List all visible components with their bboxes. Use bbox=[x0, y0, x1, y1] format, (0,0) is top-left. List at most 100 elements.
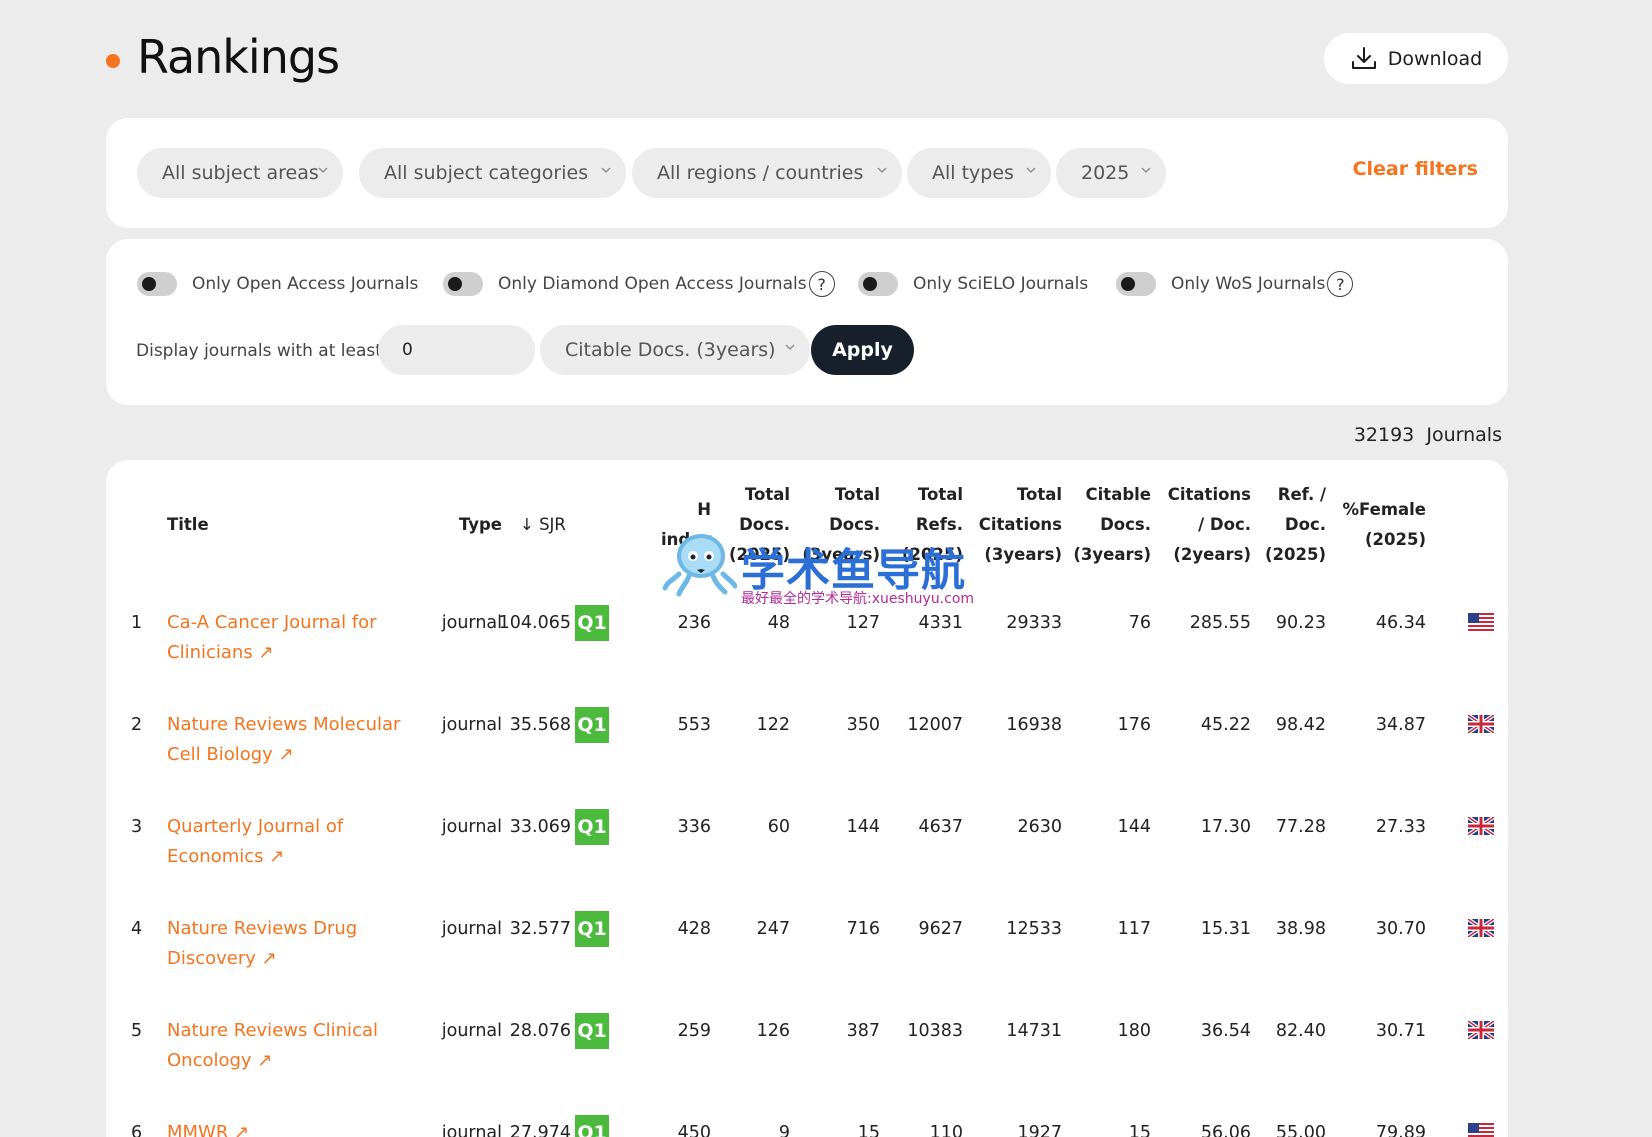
journal-title-link[interactable]: Nature Reviews Drug Discovery ↗ bbox=[167, 914, 407, 974]
cell-total-refs: 9627 bbox=[918, 919, 963, 939]
cell-sjr: 32.577 bbox=[509, 919, 571, 939]
toggle-diamond[interactable]: Only Diamond Open Access Journals ? bbox=[443, 269, 835, 299]
subject-areas-value: All subject areas bbox=[162, 162, 319, 184]
toggle-label: Only SciELO Journals bbox=[913, 274, 1089, 294]
download-button[interactable]: Download bbox=[1324, 33, 1508, 84]
toggle-switch[interactable] bbox=[443, 272, 483, 296]
header-line: Total bbox=[1016, 485, 1062, 504]
cell-h-index: 236 bbox=[677, 613, 711, 633]
toggle-switch[interactable] bbox=[1116, 272, 1156, 296]
header-line: Docs. bbox=[1100, 515, 1151, 534]
journal-title-link[interactable]: Ca-A Cancer Journal for Clinicians ↗ bbox=[167, 608, 407, 668]
toggle-label: Only Diamond Open Access Journals bbox=[498, 274, 807, 294]
threshold-metric-select[interactable]: Citable Docs. (3years) bbox=[540, 325, 810, 375]
cell-total-docs-2025: 247 bbox=[756, 919, 790, 939]
cell-citable-docs: 144 bbox=[1117, 817, 1151, 837]
toggle-switch[interactable] bbox=[137, 272, 177, 296]
help-icon[interactable]: ? bbox=[1327, 271, 1354, 297]
external-link-icon: ↗ bbox=[234, 1122, 250, 1137]
cell-citable-docs: 180 bbox=[1117, 1021, 1151, 1041]
toggle-wos[interactable]: Only WoS Journals ? bbox=[1116, 269, 1354, 299]
cell-total-refs: 4637 bbox=[918, 817, 963, 837]
column-header-citations-per-doc[interactable]: Citations / Doc. (2years) bbox=[1156, 480, 1251, 570]
chevron-down-icon bbox=[1026, 167, 1036, 173]
toggle-open-access[interactable]: Only Open Access Journals bbox=[137, 269, 418, 299]
column-header-female[interactable]: %Female (2025) bbox=[1331, 495, 1427, 555]
subject-categories-select[interactable]: All subject categories bbox=[359, 148, 626, 198]
chevron-down-icon bbox=[1141, 167, 1151, 173]
filters-card: All subject areas All subject categories… bbox=[106, 118, 1508, 228]
cell-total-docs-2025: 9 bbox=[778, 1123, 790, 1137]
column-header-ref-per-doc[interactable]: Ref. / Doc. (2025) bbox=[1256, 480, 1326, 570]
cell-citations-per-doc: 36.54 bbox=[1200, 1021, 1251, 1041]
title-dot bbox=[106, 54, 120, 68]
uk-flag-icon bbox=[1468, 817, 1494, 835]
uk-flag-icon bbox=[1468, 715, 1494, 733]
journal-count: 32193 Journals bbox=[1354, 424, 1502, 446]
external-link-icon: ↗ bbox=[261, 948, 277, 969]
column-header-title[interactable]: Title bbox=[167, 510, 209, 540]
chevron-down-icon bbox=[877, 167, 887, 173]
cell-citations-per-doc: 285.55 bbox=[1189, 613, 1251, 633]
types-select[interactable]: All types bbox=[907, 148, 1051, 198]
quartile-badge: Q1 bbox=[575, 707, 609, 743]
cell-female: 46.34 bbox=[1375, 613, 1426, 633]
threshold-input[interactable] bbox=[378, 325, 535, 375]
cell-citable-docs: 176 bbox=[1117, 715, 1151, 735]
subject-areas-select[interactable]: All subject areas bbox=[137, 148, 343, 198]
cell-sjr: 33.069 bbox=[509, 817, 571, 837]
external-link-icon: ↗ bbox=[278, 744, 294, 765]
year-select[interactable]: 2025 bbox=[1056, 148, 1166, 198]
sort-arrow-down-icon: ↓ bbox=[520, 515, 534, 534]
cell-h-index: 428 bbox=[677, 919, 711, 939]
header-line: (2025) bbox=[1364, 530, 1426, 549]
header-line: Doc. bbox=[1284, 515, 1326, 534]
cell-ref-per-doc: 55.00 bbox=[1275, 1123, 1326, 1137]
cell-rank: 5 bbox=[131, 1021, 143, 1041]
quartile-badge: Q1 bbox=[575, 1115, 609, 1137]
journal-title-link[interactable]: Quarterly Journal of Economics ↗ bbox=[167, 812, 407, 872]
cell-total-docs-2025: 126 bbox=[756, 1021, 790, 1041]
sjr-header-label: SJR bbox=[539, 515, 566, 534]
cell-h-index: 259 bbox=[677, 1021, 711, 1041]
cell-h-index: 336 bbox=[677, 817, 711, 837]
cell-total-docs-2025: 48 bbox=[767, 613, 790, 633]
journal-title-link[interactable]: MMWR ↗ bbox=[167, 1118, 407, 1137]
cell-sjr: 35.568 bbox=[509, 715, 571, 735]
uk-flag-icon bbox=[1468, 1021, 1494, 1039]
cell-total-refs: 110 bbox=[929, 1123, 963, 1137]
clear-filters-link[interactable]: Clear filters bbox=[1353, 158, 1478, 180]
cell-female: 30.71 bbox=[1375, 1021, 1426, 1041]
quartile-badge: Q1 bbox=[575, 809, 609, 845]
apply-button[interactable]: Apply bbox=[811, 325, 914, 375]
journal-title-link[interactable]: Nature Reviews Clinical Oncology ↗ bbox=[167, 1016, 407, 1076]
regions-select[interactable]: All regions / countries bbox=[632, 148, 902, 198]
uk-flag-icon bbox=[1468, 919, 1494, 937]
cell-total-docs-2025: 122 bbox=[756, 715, 790, 735]
watermark-overlay: 学术鱼导航 最好最全的学术导航:xueshuyu.com bbox=[661, 530, 1011, 610]
chevron-down-icon bbox=[318, 167, 328, 173]
toggle-scielo[interactable]: Only SciELO Journals bbox=[858, 269, 1088, 299]
toggle-label: Only WoS Journals bbox=[1171, 274, 1326, 294]
page-header: Rankings Download bbox=[106, 30, 1508, 90]
download-label: Download bbox=[1387, 47, 1483, 70]
cell-total-docs-3y: 127 bbox=[846, 613, 880, 633]
journal-title-text: Quarterly Journal of Economics bbox=[167, 816, 344, 867]
cell-ref-per-doc: 90.23 bbox=[1275, 613, 1326, 633]
column-header-sjr[interactable]: ↓ SJR bbox=[520, 510, 566, 540]
column-header-citable-docs[interactable]: Citable Docs. (3years) bbox=[1066, 480, 1151, 570]
journal-title-text: MMWR bbox=[167, 1122, 229, 1137]
cell-total-docs-3y: 144 bbox=[846, 817, 880, 837]
cell-citations-per-doc: 56.06 bbox=[1200, 1123, 1251, 1137]
help-icon[interactable]: ? bbox=[808, 271, 835, 297]
column-header-type[interactable]: Type bbox=[452, 510, 502, 540]
threshold-label: Display journals with at least bbox=[136, 341, 382, 361]
header-line: %Female bbox=[1342, 500, 1427, 519]
us-flag-icon bbox=[1468, 1123, 1494, 1137]
journal-title-link[interactable]: Nature Reviews Molecular Cell Biology ↗ bbox=[167, 710, 407, 770]
rankings-table: Title Type ↓ SJR H index Total Docs. (20… bbox=[106, 460, 1508, 1137]
cell-total-refs: 4331 bbox=[918, 613, 963, 633]
chevron-down-icon bbox=[601, 167, 611, 173]
cell-female: 34.87 bbox=[1375, 715, 1426, 735]
toggle-switch[interactable] bbox=[858, 272, 898, 296]
